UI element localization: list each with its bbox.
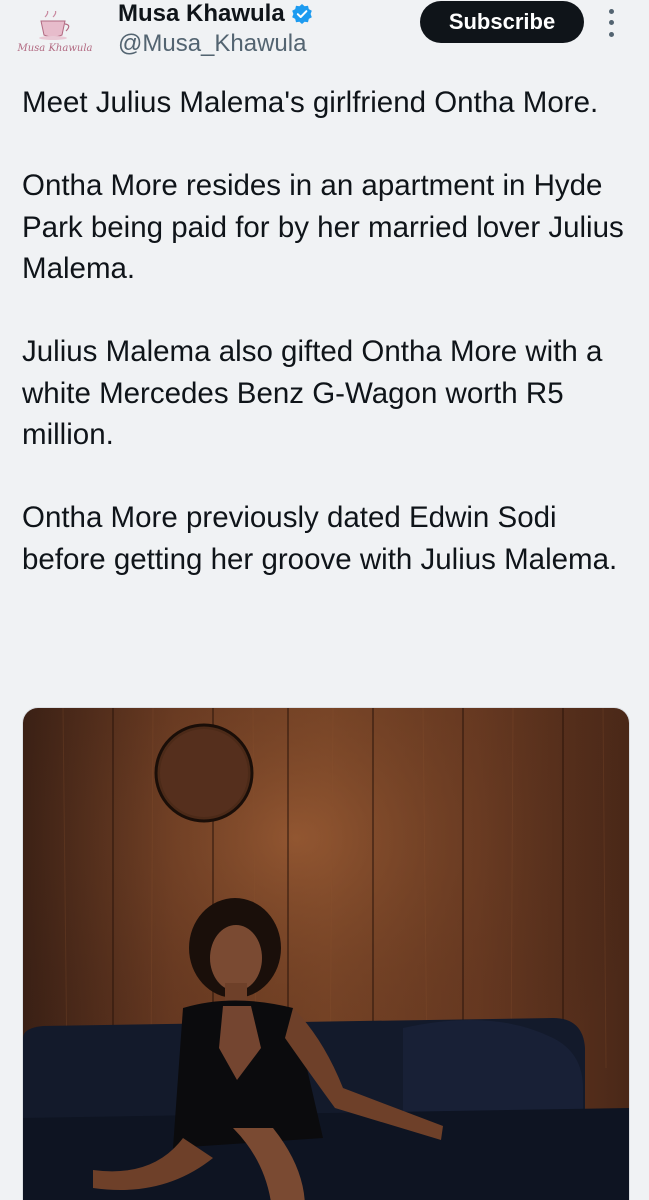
coffee-cup-logo-icon: [39, 10, 70, 40]
verified-badge-icon: [291, 3, 313, 25]
tweet-text: Meet Julius Malema's girlfriend Ontha Mo…: [22, 82, 632, 580]
more-vertical-icon: [608, 9, 614, 15]
tweet-page: Musa Khawula Musa Khawula @Musa_Khawula …: [0, 0, 649, 1200]
tweet-media-photo[interactable]: [22, 707, 630, 1200]
tweet-paragraph: Julius Malema also gifted Ontha More wit…: [22, 335, 603, 451]
more-options-button[interactable]: [596, 6, 626, 40]
tweet-paragraph: Ontha More previously dated Edwin Sodi b…: [22, 501, 618, 576]
user-handle[interactable]: @Musa_Khawula: [118, 30, 306, 58]
user-name-row[interactable]: Musa Khawula: [118, 0, 313, 28]
display-name[interactable]: Musa Khawula: [118, 0, 285, 28]
avatar-logo-text: Musa Khawula: [17, 42, 93, 54]
tweet-paragraph: Ontha More resides in an apartment in Hy…: [22, 169, 624, 285]
photo-image: [23, 708, 629, 1200]
subscribe-button[interactable]: Subscribe: [420, 1, 584, 43]
avatar[interactable]: Musa Khawula: [12, 2, 98, 62]
tweet-header: Musa Khawula Musa Khawula @Musa_Khawula …: [0, 0, 649, 68]
tweet-paragraph: Meet Julius Malema's girlfriend Ontha Mo…: [22, 86, 599, 119]
